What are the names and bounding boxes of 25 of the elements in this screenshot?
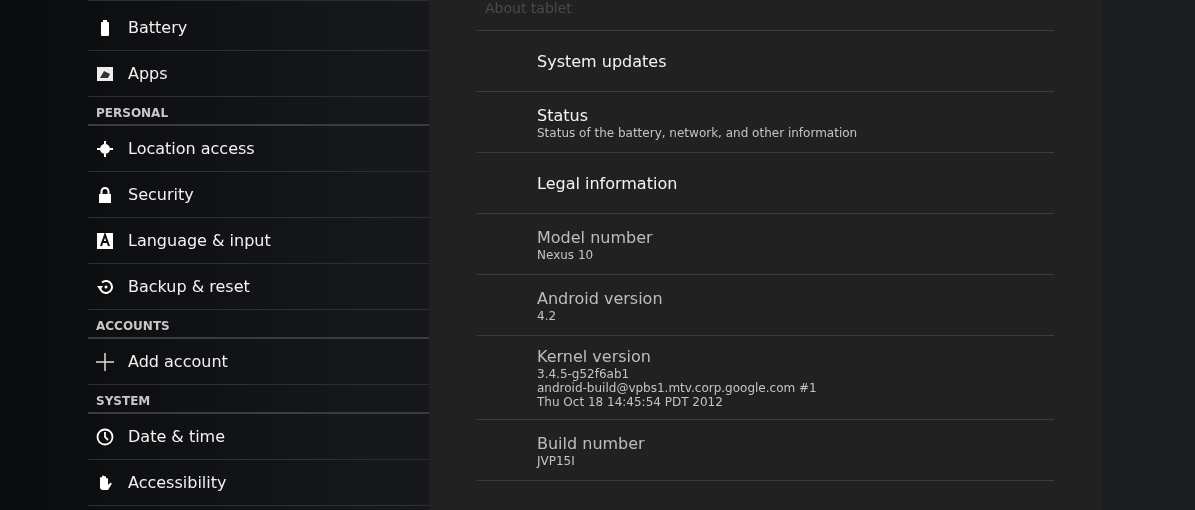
plus-icon [96,352,114,371]
info-item: Model number Nexus 10 [477,214,1054,275]
clock-icon [96,427,114,446]
section-header: PERSONAL [96,106,169,120]
section-header: SYSTEM [96,394,151,408]
settings-category[interactable]: Apps [88,51,429,97]
lock-icon [96,185,114,204]
apps-icon [96,64,114,83]
settings-item[interactable]: Legal information [477,153,1054,214]
settings-category[interactable]: Security [88,172,429,218]
settings-category[interactable]: Language & input [88,218,429,264]
settings-item[interactable]: Status Status of the battery, network, and other information [477,92,1054,153]
settings-category[interactable]: Date & time [88,414,429,460]
restore-icon [96,277,114,296]
info-item: Build number JVP15I [477,420,1054,481]
section-header: ACCOUNTS [96,319,170,333]
info-item: Android version 4.2 [477,275,1054,336]
settings-item[interactable]: System updates [477,31,1054,92]
language-icon [96,231,114,250]
location-icon [96,139,114,158]
settings-category[interactable]: Backup & reset [88,264,429,310]
settings-category[interactable]: Location access [88,126,429,172]
settings-category[interactable]: Battery [88,5,429,51]
info-item: Kernel version 3.4.5-g52f6ab1 android-build@vpbs1.mtv.corp.google.com #1 Thu Oct 18 14:45:54 PDT 2012 [477,336,1054,420]
settings-category[interactable]: Accessibility [88,460,429,506]
